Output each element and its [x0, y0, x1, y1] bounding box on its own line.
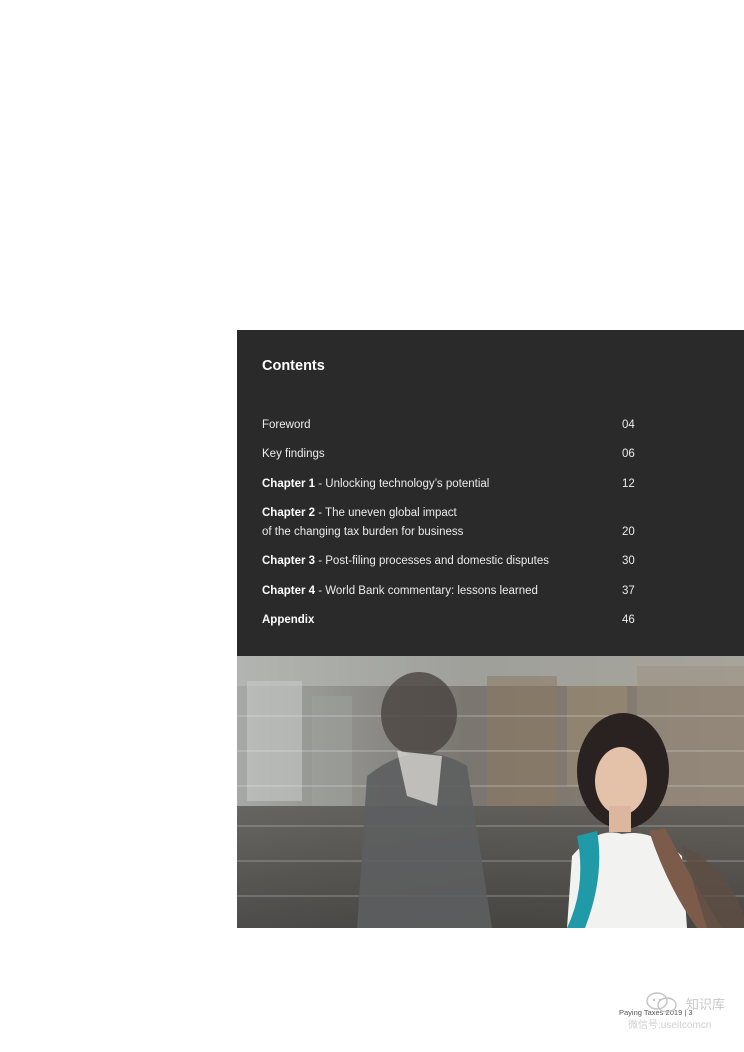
toc-entry-text: Key findings [262, 448, 325, 460]
watermark: 知识库 微信号:useitcomcn [628, 992, 738, 1032]
toc-page-number: 30 [622, 555, 635, 567]
toc-entry-chapter-1[interactable]: Chapter 1 - Unlocking technology’s poten… [262, 475, 636, 494]
contents-title: Contents [262, 358, 325, 374]
toc-page-number: 46 [622, 614, 635, 626]
toc-entry-chapter-2[interactable]: Chapter 2 - The uneven global impact of … [262, 504, 636, 542]
toc-entry-text-line2: of the changing tax burden for business [262, 526, 464, 538]
toc-entry-appendix[interactable]: Appendix [262, 611, 636, 630]
toc-entry-text: - World Bank commentary: lessons learned [315, 585, 538, 597]
toc-entry-chapter-4[interactable]: Chapter 4 - World Bank commentary: lesso… [262, 582, 636, 601]
photo-illustration [237, 656, 744, 928]
toc-chapter-label: Chapter 2 [262, 507, 316, 519]
toc-entry-key-findings[interactable]: Key findings [262, 445, 636, 464]
toc-chapter-label: Chapter 1 [262, 478, 316, 490]
toc-entry-text: - The uneven global impact [315, 507, 457, 519]
toc-page-number: 37 [622, 585, 635, 597]
watermark-title: 知识库 [686, 997, 726, 1012]
toc-page-number: 12 [622, 478, 635, 490]
toc-chapter-label: Chapter 3 [262, 555, 316, 567]
toc-page-number: 06 [622, 448, 635, 460]
toc-entry-text: - Unlocking technology’s potential [315, 478, 490, 490]
toc-chapter-label: Chapter 4 [262, 585, 316, 597]
watermark-subtitle: 微信号:useitcomcn [628, 1020, 712, 1031]
toc-entry-chapter-3[interactable]: Chapter 3 - Post-filing processes and do… [262, 552, 636, 571]
toc-entry-text: Foreword [262, 419, 311, 431]
toc-entry-foreword[interactable]: Foreword [262, 416, 636, 435]
toc-page-number: 04 [622, 419, 635, 431]
toc-chapter-label: Appendix [262, 614, 315, 626]
cover-photo [237, 656, 744, 928]
toc-page-number: 20 [622, 526, 635, 538]
toc-entry-text: - Post-filing processes and domestic dis… [315, 555, 549, 567]
contents-panel: Contents Foreword 04 Key findings 06 Cha… [237, 330, 744, 656]
wechat-icon [646, 992, 678, 1019]
